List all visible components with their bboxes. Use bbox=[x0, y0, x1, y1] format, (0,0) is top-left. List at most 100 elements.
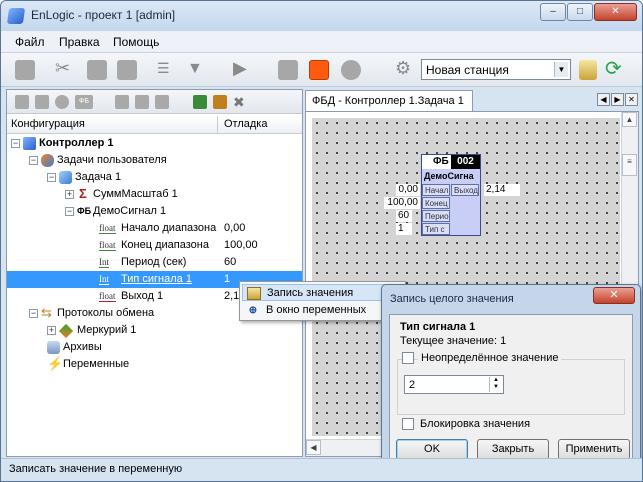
close-icon[interactable]: ✖ bbox=[233, 95, 247, 109]
scroll-thumb[interactable]: ≡ bbox=[622, 154, 637, 176]
task-icon bbox=[59, 171, 72, 184]
tree-row-summ[interactable]: + Σ СуммМасштаб 1 bbox=[7, 186, 302, 203]
watch-icon: ⊕ bbox=[248, 305, 258, 316]
tree-row-user-tasks[interactable]: − Задачи пользователя bbox=[7, 152, 302, 169]
value-input[interactable]: 2 ▲ ▼ bbox=[404, 375, 504, 394]
menu-item-label: В окно переменных bbox=[266, 304, 367, 316]
function-block[interactable]: ФБ 002 ДемоСигна Начал Конец Перио Тип с… bbox=[421, 154, 481, 236]
delete-icon[interactable] bbox=[135, 95, 149, 109]
scroll-left-icon[interactable]: ◀ bbox=[306, 440, 321, 455]
expand-icon[interactable]: + bbox=[65, 190, 74, 199]
clear-icon[interactable] bbox=[155, 95, 169, 109]
expand-icon[interactable]: + bbox=[47, 326, 56, 335]
input-pin[interactable]: Тип с bbox=[422, 223, 450, 235]
run-icon[interactable]: ▶ bbox=[233, 58, 253, 78]
copy-icon[interactable] bbox=[87, 60, 107, 80]
window-title: EnLogic - проект 1 [admin] bbox=[31, 8, 176, 22]
gear-icon[interactable]: ⚙ bbox=[395, 58, 415, 78]
add-archive-icon[interactable] bbox=[55, 95, 69, 109]
tree-item-label: Протоколы обмена bbox=[57, 307, 155, 319]
fb-number: 002 bbox=[451, 155, 480, 169]
tree-row-param[interactable]: Int Период (сек) 60 bbox=[7, 254, 302, 271]
debug-value: 60 bbox=[224, 256, 237, 268]
debug-value: 100,00 bbox=[224, 239, 258, 251]
tree-row-param[interactable]: float Начало диапазона 0,00 bbox=[7, 220, 302, 237]
input-pin[interactable]: Перио bbox=[422, 210, 450, 222]
scroll-up-icon[interactable]: ▲ bbox=[622, 112, 637, 127]
station-select[interactable]: Новая станция ▼ bbox=[421, 59, 571, 80]
tree-item-label: Архивы bbox=[63, 341, 102, 353]
dialog-title: Запись целого значения bbox=[390, 293, 514, 305]
collapse-icon[interactable]: − bbox=[65, 207, 74, 216]
tab-close-icon[interactable]: ✕ bbox=[625, 93, 638, 106]
apply-button[interactable]: Применить bbox=[558, 439, 630, 460]
menu-edit[interactable]: Правка bbox=[59, 35, 100, 49]
step-icon[interactable] bbox=[278, 60, 298, 80]
tree-row-variables[interactable]: ⚡ Переменные bbox=[7, 356, 302, 373]
tab-fbd[interactable]: ФБД - Контроллер 1.Задача 1 bbox=[305, 90, 473, 111]
spinner-icon[interactable]: ▲ ▼ bbox=[489, 377, 502, 392]
add-fb-icon[interactable]: ФБ bbox=[75, 95, 93, 109]
dialog-body: Тип сигнала 1 Текущее значение: 1 Неопре… bbox=[389, 314, 633, 464]
input-pin[interactable]: Начал bbox=[422, 184, 450, 196]
tree-row-param[interactable]: float Конец диапазона 100,00 bbox=[7, 237, 302, 254]
tree-item-label: Переменные bbox=[63, 358, 130, 370]
write-icon bbox=[247, 287, 261, 300]
collapse-icon[interactable]: − bbox=[29, 309, 38, 318]
tree-row-archives[interactable]: Архивы bbox=[7, 339, 302, 356]
input-value: 60 bbox=[396, 210, 412, 222]
tree-row-mercury[interactable]: + Меркурий 1 bbox=[7, 322, 302, 339]
archive-icon bbox=[47, 341, 60, 354]
refresh-icon[interactable]: ⟳ bbox=[605, 56, 625, 80]
fb-type: ФБ bbox=[433, 156, 449, 167]
output-pin[interactable]: Выход bbox=[451, 184, 479, 196]
menu-file[interactable]: Файл bbox=[15, 35, 45, 49]
download-icon[interactable]: ▼ bbox=[187, 60, 207, 80]
menu-item-label: Запись значения bbox=[267, 287, 354, 299]
disconnect-icon[interactable] bbox=[115, 95, 129, 109]
dialog-close-button[interactable]: ✕ bbox=[593, 287, 635, 304]
close-dialog-button[interactable]: Закрыть bbox=[477, 439, 549, 460]
ok-button[interactable]: OK bbox=[396, 439, 468, 460]
column-debug[interactable]: Отладка bbox=[217, 116, 273, 134]
record-icon[interactable] bbox=[309, 60, 329, 80]
column-config[interactable]: Конфигурация bbox=[11, 118, 85, 130]
tree-row-task-1[interactable]: − Задача 1 bbox=[7, 169, 302, 186]
device-icon bbox=[58, 323, 74, 339]
tree-item-label: Меркурий 1 bbox=[77, 324, 137, 336]
tab-prev-icon[interactable]: ◀ bbox=[597, 93, 610, 106]
tree-item-label: Задача 1 bbox=[75, 171, 122, 183]
tab-next-icon[interactable]: ▶ bbox=[611, 93, 624, 106]
minimize-button[interactable]: – bbox=[540, 3, 566, 21]
input-pin[interactable]: Конец bbox=[422, 197, 450, 209]
tree-expand-icon[interactable] bbox=[193, 95, 207, 109]
menu-item-write-value[interactable]: Запись значения bbox=[242, 284, 404, 301]
tree-item-label: Начало диапазона bbox=[121, 222, 217, 234]
lightning-icon: ⚡ bbox=[47, 356, 64, 371]
stop-icon[interactable] bbox=[15, 60, 35, 80]
collapse-icon[interactable]: − bbox=[29, 156, 38, 165]
add-controller-icon[interactable] bbox=[15, 95, 29, 109]
undefined-label: Неопределённое значение bbox=[418, 352, 562, 364]
list-icon[interactable]: ☰ bbox=[157, 60, 177, 80]
menu-help[interactable]: Помощь bbox=[113, 35, 159, 49]
add-task-icon[interactable] bbox=[35, 95, 49, 109]
float-icon: float bbox=[99, 223, 116, 234]
undo-icon[interactable] bbox=[213, 95, 227, 109]
pin-label: Перио bbox=[425, 212, 449, 221]
paste-icon[interactable] bbox=[117, 60, 137, 80]
status-icon[interactable] bbox=[341, 60, 361, 80]
maximize-button[interactable]: □ bbox=[567, 3, 593, 21]
cut-icon[interactable]: ✂ bbox=[55, 58, 75, 78]
collapse-icon[interactable]: − bbox=[47, 173, 56, 182]
undefined-checkbox[interactable] bbox=[402, 352, 414, 364]
collapse-icon[interactable]: − bbox=[11, 139, 20, 148]
report-icon[interactable] bbox=[579, 60, 597, 80]
tree-item-label: Тип сигнала 1 bbox=[121, 273, 192, 285]
chevron-down-icon[interactable]: ▼ bbox=[554, 62, 568, 77]
close-button[interactable]: ✕ bbox=[594, 3, 637, 21]
menu-item-watch[interactable]: ⊕ В окно переменных bbox=[242, 302, 404, 319]
lock-checkbox[interactable] bbox=[402, 418, 414, 430]
tree-row-controller[interactable]: − Контроллер 1 bbox=[7, 135, 302, 152]
tree-row-demo[interactable]: − ФБ ДемоСигнал 1 bbox=[7, 203, 302, 220]
